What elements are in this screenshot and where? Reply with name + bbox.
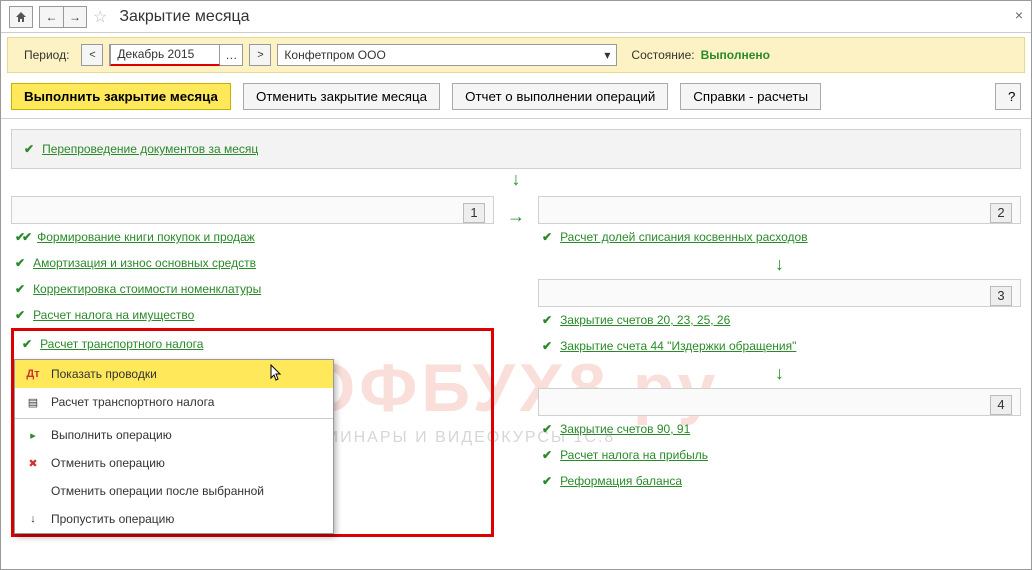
check-icon: ✔ [542,474,552,488]
ctx-cancel[interactable]: ✖ Отменить операцию [15,449,333,477]
page-title: Закрытие месяца [119,8,249,26]
check-icon: ✔ [542,422,552,436]
ctx-skip[interactable]: ↓ Пропустить операцию [15,505,333,533]
ctx-cancel-after[interactable]: Отменить операции после выбранной [15,477,333,505]
period-picker-button[interactable]: … [220,45,242,65]
check-icon: ✔ [542,339,552,353]
arrow-down-icon: ↓ [538,363,1021,384]
ctx-report[interactable]: ▤ Расчет транспортного налога [15,388,333,416]
op-link[interactable]: Формирование книги покупок и продаж [37,230,255,244]
op-link[interactable]: Корректировка стоимости номенклатуры [33,282,261,296]
period-prev-button[interactable]: < [81,44,103,66]
period-next-button[interactable]: > [249,44,271,66]
state-label: Состояние: [631,48,694,62]
op-transport-tax[interactable]: Расчет транспортного налога [40,337,203,351]
period-value: Декабрь 2015 [110,44,220,66]
org-select[interactable]: Конфетпром ООО ▾ [277,44,617,66]
report-button[interactable]: Отчет о выполнении операций [452,83,668,110]
ctx-run[interactable]: ▸ Выполнить операцию [15,421,333,449]
op-link[interactable]: Амортизация и износ основных средств [33,256,256,270]
refs-button[interactable]: Справки - расчеты [680,83,821,110]
run-icon: ▸ [25,427,41,443]
op-link[interactable]: Реформация баланса [560,474,682,488]
doc-icon: ▤ [25,394,41,410]
check-icon: ✔✔ [15,230,29,244]
check-icon: ✔ [15,308,25,322]
check-icon: ✔ [22,337,32,351]
op-repost[interactable]: Перепроведение документов за месяц [42,142,258,156]
op-link[interactable]: Закрытие счетов 90, 91 [560,422,690,436]
cursor-icon [270,364,284,382]
op-link[interactable]: Расчет долей списания косвенных расходов [560,230,808,244]
check-icon: ✔ [15,282,25,296]
period-label: Период: [18,48,75,62]
op-link[interactable]: Закрытие счета 44 "Издержки обращения" [560,339,796,353]
context-menu: Дт Показать проводки ▤ Расчет транспортн… [14,359,334,534]
check-icon: ✔ [542,313,552,327]
close-button[interactable]: × [1015,7,1023,23]
stage-4-badge: 4 [990,395,1012,415]
back-button[interactable]: ← [39,6,63,28]
cancel-button[interactable]: Отменить закрытие месяца [243,83,440,110]
run-button[interactable]: Выполнить закрытие месяца [11,83,231,110]
arrow-down-icon: ↓ [538,254,1021,275]
stage-3-badge: 3 [990,286,1012,306]
op-link[interactable]: Закрытие счетов 20, 23, 25, 26 [560,313,730,327]
check-icon: ✔ [15,256,25,270]
arrow-down-icon: ↓ [11,169,1021,190]
period-field[interactable]: Декабрь 2015 … [109,44,243,66]
home-button[interactable] [9,6,33,28]
cancel-icon: ✖ [25,455,41,471]
ctx-show-entries[interactable]: Дт Показать проводки [15,360,333,388]
op-link[interactable]: Расчет налога на прибыль [560,448,708,462]
state-value: Выполнено [701,48,770,62]
entries-icon: Дт [25,366,41,382]
arrow-right-icon: → [507,206,525,227]
stage-1-badge: 1 [463,203,485,223]
forward-button[interactable]: → [63,6,87,28]
check-icon: ✔ [24,142,34,156]
chevron-down-icon: ▾ [604,48,610,62]
help-button[interactable]: ? [995,83,1021,110]
check-icon: ✔ [542,230,552,244]
favorite-icon[interactable]: ☆ [93,7,107,27]
org-value: Конфетпром ООО [284,48,385,62]
op-link[interactable]: Расчет налога на имущество [33,308,194,322]
check-icon: ✔ [542,448,552,462]
skip-icon: ↓ [25,511,41,527]
stage-2-badge: 2 [990,203,1012,223]
